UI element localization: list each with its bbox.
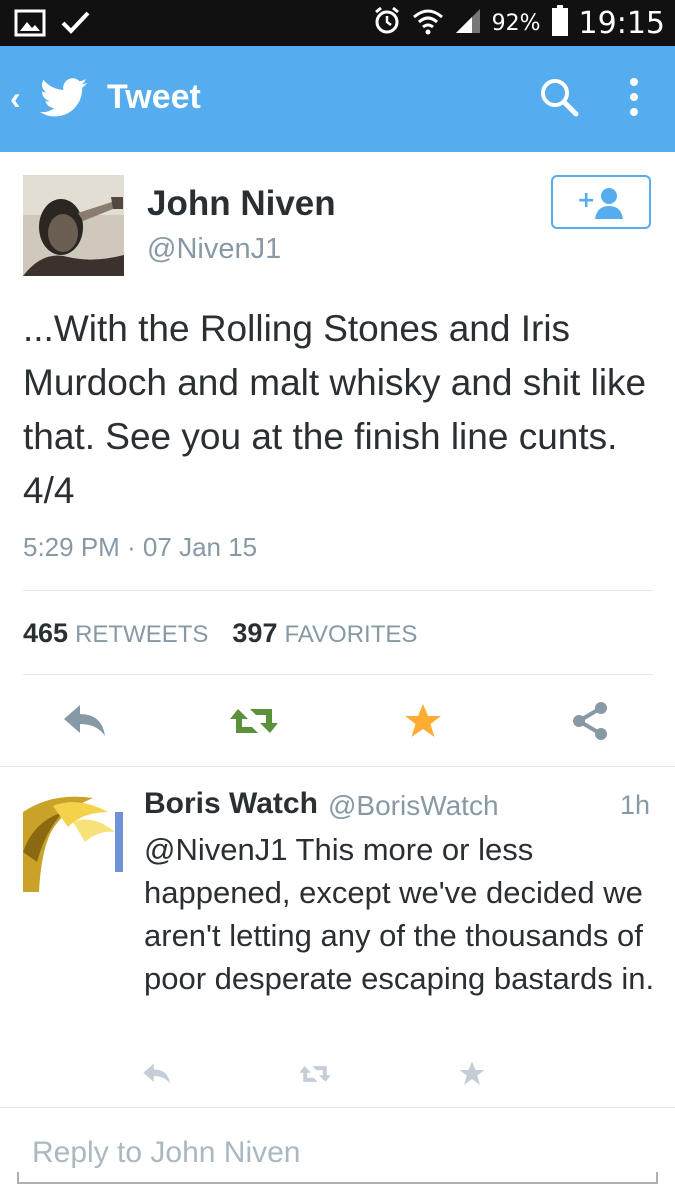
reply-time: 1h [620, 790, 651, 820]
reply-input[interactable] [32, 1136, 632, 1170]
reply-compose[interactable] [17, 1130, 658, 1184]
reply-favorite-star-icon[interactable] [458, 1060, 486, 1092]
share-icon[interactable] [570, 700, 610, 747]
app-bar: ‹ Tweet [0, 46, 675, 152]
reply-author-handle[interactable]: @BorisWatch [328, 790, 499, 822]
search-icon[interactable] [538, 76, 580, 123]
tweet-text: ...With the Rolling Stones and Iris Murd… [23, 308, 647, 511]
favorite-star-icon[interactable] [403, 702, 443, 745]
page-title: Tweet [107, 78, 201, 116]
favorites-count[interactable]: 397 [232, 618, 277, 649]
svg-text:+: + [577, 188, 595, 213]
add-user-icon: + [575, 185, 631, 226]
overflow-menu-icon[interactable] [628, 76, 640, 123]
reply-icon[interactable] [62, 703, 108, 744]
divider [0, 1107, 675, 1108]
tweet-timestamp: 5:29 PM · 07 Jan 15 [23, 532, 258, 562]
divider [23, 674, 653, 675]
reply-text: @NivenJ1 This more or less happened, exc… [144, 832, 655, 996]
image-icon [14, 9, 46, 42]
alarm-icon [372, 6, 402, 41]
reply-reply-icon[interactable] [142, 1062, 172, 1091]
wifi-icon [412, 6, 444, 41]
reply-author-name[interactable]: Boris Watch [144, 787, 318, 821]
author-avatar[interactable] [23, 175, 124, 276]
battery-percent: 92% [491, 10, 541, 36]
retweet-icon[interactable] [228, 703, 280, 744]
author-name[interactable]: John Niven [147, 184, 336, 224]
retweets-count[interactable]: 465 [23, 618, 68, 649]
reply-retweet-icon[interactable] [298, 1062, 332, 1091]
divider [23, 590, 653, 591]
battery-icon [551, 4, 569, 42]
divider [0, 766, 675, 767]
author-handle[interactable]: @NivenJ1 [147, 233, 281, 266]
retweets-label[interactable]: RETWEETS [75, 621, 208, 649]
favorites-label[interactable]: FAVORITES [284, 621, 417, 649]
signal-icon [454, 7, 482, 40]
tweet-stats: 465 RETWEETS 397 FAVORITES [23, 618, 441, 649]
back-chevron-icon[interactable]: ‹ [10, 80, 21, 117]
status-bar: 92% 19:15 [0, 0, 675, 46]
reply-author-avatar[interactable] [23, 792, 123, 892]
check-icon [60, 9, 92, 42]
follow-button[interactable]: + [551, 175, 651, 229]
clock: 19:15 [578, 5, 665, 41]
twitter-bird-icon[interactable] [40, 78, 88, 123]
